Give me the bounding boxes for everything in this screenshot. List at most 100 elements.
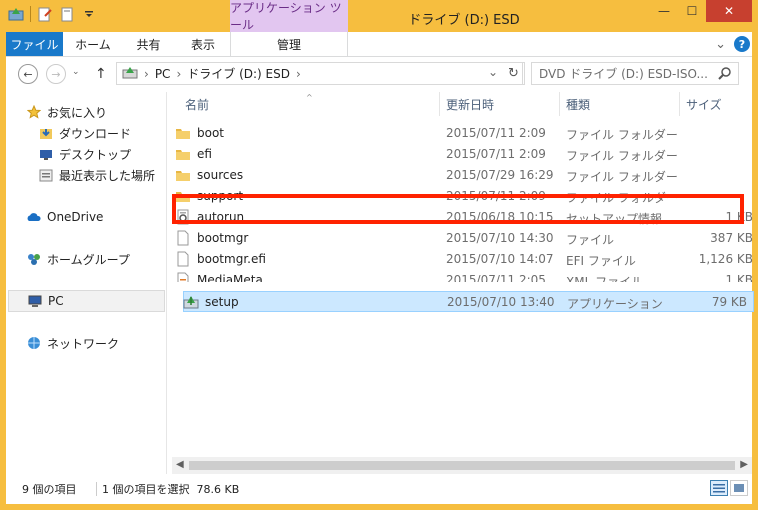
recent-places-icon: [38, 167, 54, 183]
file-type: ファイル: [566, 233, 615, 247]
file-name-cell: setup: [183, 294, 239, 310]
file-type: ファイル フォルダー: [566, 128, 678, 142]
tab-share[interactable]: 共有: [126, 32, 171, 56]
column-divider[interactable]: [679, 92, 680, 116]
downloads-icon: [38, 125, 54, 141]
file-icon: [175, 251, 191, 267]
file-date: 2015/07/11 2:05: [446, 273, 546, 282]
column-header-size[interactable]: サイズ: [686, 92, 722, 116]
file-date: 2015/07/11 2:09: [446, 126, 546, 140]
file-type: ファイル フォルダー: [566, 170, 678, 184]
column-divider[interactable]: [559, 92, 560, 116]
horizontal-scrollbar[interactable]: ◀ ▶: [172, 457, 752, 474]
forward-button[interactable]: →: [46, 64, 66, 84]
file-name-cell: MediaMeta: [175, 272, 263, 282]
file-type: XML ファイル: [566, 275, 644, 282]
minimize-button[interactable]: —: [650, 0, 678, 22]
content-area: お気に入り ダウンロード デスクトップ 最近表示した場所 OneDrive ホー…: [6, 92, 755, 474]
sort-indicator-icon: ^: [306, 93, 313, 102]
path-separator-icon: ›: [144, 66, 149, 81]
search-icon[interactable]: [718, 66, 732, 83]
nav-item-onedrive[interactable]: OneDrive: [26, 207, 165, 227]
maximize-button[interactable]: ☐: [678, 0, 706, 22]
tab-file[interactable]: ファイル: [6, 32, 63, 56]
file-name-cell: efi: [175, 146, 212, 162]
file-name-cell: bootmgr.efi: [175, 251, 266, 267]
file-row-setup[interactable]: setup 2015/07/10 13:40 アプリケーション 79 KB: [183, 291, 754, 312]
file-date: 2015/07/10 14:07: [446, 252, 554, 266]
nav-item-downloads[interactable]: ダウンロード: [38, 123, 165, 143]
explorer-window: アプリケーション ツール ドライブ (D:) ESD — ☐ ✕ ファイル ホー…: [0, 0, 758, 510]
file-name: boot: [197, 126, 225, 140]
scroll-left-arrow-icon[interactable]: ◀: [176, 459, 184, 470]
cloud-icon: [26, 209, 42, 225]
tab-view[interactable]: 表示: [178, 32, 228, 56]
status-divider: [96, 482, 97, 496]
file-size: 79 KB: [711, 295, 747, 309]
search-box[interactable]: DVD ドライブ (D:) ESD-ISO...: [531, 62, 739, 85]
star-icon: [26, 104, 42, 120]
file-row-boot[interactable]: boot 2015/07/11 2:09 ファイル フォルダー: [175, 123, 755, 144]
ribbon-right-controls: ⌄ ?: [715, 36, 750, 52]
nav-item-pc[interactable]: PC: [8, 290, 165, 312]
column-header-type[interactable]: 種類: [566, 92, 590, 116]
file-type: EFI ファイル: [566, 254, 636, 268]
file-date: 2015/07/29 16:29: [446, 168, 554, 182]
folder-icon: [175, 167, 191, 183]
ribbon-expand-chevron-icon[interactable]: ⌄: [715, 37, 726, 52]
file-size: 1 KB: [725, 273, 753, 282]
search-input[interactable]: DVD ドライブ (D:) ESD-ISO...: [539, 65, 708, 82]
file-icon: [175, 230, 191, 246]
breadcrumb-pc[interactable]: PC: [155, 67, 171, 81]
window-title: ドライブ (D:) ESD: [408, 13, 520, 28]
up-button[interactable]: ↑: [95, 66, 107, 82]
address-dropdown-icon[interactable]: ⌄: [488, 65, 498, 79]
file-date: 2015/07/11 2:09: [446, 147, 546, 161]
file-name: efi: [197, 147, 212, 161]
desktop-icon: [38, 146, 54, 162]
tab-home[interactable]: ホーム: [68, 32, 118, 56]
address-bar[interactable]: › PC › ドライブ (D:) ESD › ⌄: [116, 62, 523, 85]
column-header-date[interactable]: 更新日時: [446, 92, 494, 116]
homegroup-icon: [26, 251, 42, 267]
nav-item-network[interactable]: ネットワーク: [26, 333, 165, 353]
file-name: bootmgr.efi: [197, 252, 266, 266]
file-row-bootmgr[interactable]: bootmgr 2015/07/10 14:30 ファイル 387 KB: [175, 228, 755, 249]
breadcrumb-drive[interactable]: ドライブ (D:) ESD: [187, 65, 290, 82]
scroll-right-arrow-icon[interactable]: ▶: [740, 459, 748, 470]
nav-item-homegroup[interactable]: ホームグループ: [26, 249, 165, 269]
column-header-name[interactable]: 名前: [185, 92, 209, 116]
file-row-bootmgr-efi[interactable]: bootmgr.efi 2015/07/10 14:07 EFI ファイル 1,…: [175, 249, 755, 270]
file-row-efi[interactable]: efi 2015/07/11 2:09 ファイル フォルダー: [175, 144, 755, 165]
file-type: ファイル フォルダー: [566, 149, 678, 163]
nav-label: デスクトップ: [59, 147, 132, 162]
file-row-mediameta[interactable]: MediaMeta 2015/07/11 2:05 XML ファイル 1 KB: [175, 270, 755, 282]
nav-item-recent[interactable]: 最近表示した場所: [38, 165, 165, 185]
large-icons-view-icon[interactable]: [730, 480, 748, 496]
help-icon[interactable]: ?: [734, 36, 750, 52]
view-toggle-group: [710, 480, 748, 496]
file-name-cell: sources: [175, 167, 243, 183]
close-button[interactable]: ✕: [706, 0, 752, 22]
nav-label: 最近表示した場所: [59, 168, 156, 183]
tab-manage[interactable]: 管理: [230, 32, 348, 56]
file-name-cell: bootmgr: [175, 230, 248, 246]
nav-item-favorites[interactable]: お気に入り: [26, 102, 165, 122]
nav-item-desktop[interactable]: デスクトップ: [38, 144, 165, 164]
details-view-icon[interactable]: [710, 480, 728, 496]
column-divider[interactable]: [439, 92, 440, 116]
path-separator-icon: ›: [295, 66, 301, 81]
refresh-button[interactable]: ↻: [503, 62, 525, 85]
ribbon-tab-bar: ファイル ホーム 共有 表示 管理 ⌄ ?: [6, 32, 752, 57]
back-button[interactable]: ←: [18, 64, 38, 84]
file-row-sources[interactable]: sources 2015/07/29 16:29 ファイル フォルダー: [175, 165, 755, 186]
folder-icon: [175, 146, 191, 162]
navigation-pane: お気に入り ダウンロード デスクトップ 最近表示した場所 OneDrive ホー…: [6, 92, 167, 474]
status-bar: 9 個の項目 1 個の項目を選択 78.6 KB: [6, 474, 752, 504]
status-selection: 1 個の項目を選択 78.6 KB: [102, 483, 240, 496]
recent-locations-chevron-icon[interactable]: ⌄: [72, 67, 80, 77]
scrollbar-thumb[interactable]: [189, 461, 735, 470]
highlight-box: [172, 194, 744, 224]
file-name: MediaMeta: [197, 273, 263, 282]
file-name: bootmgr: [197, 231, 249, 245]
